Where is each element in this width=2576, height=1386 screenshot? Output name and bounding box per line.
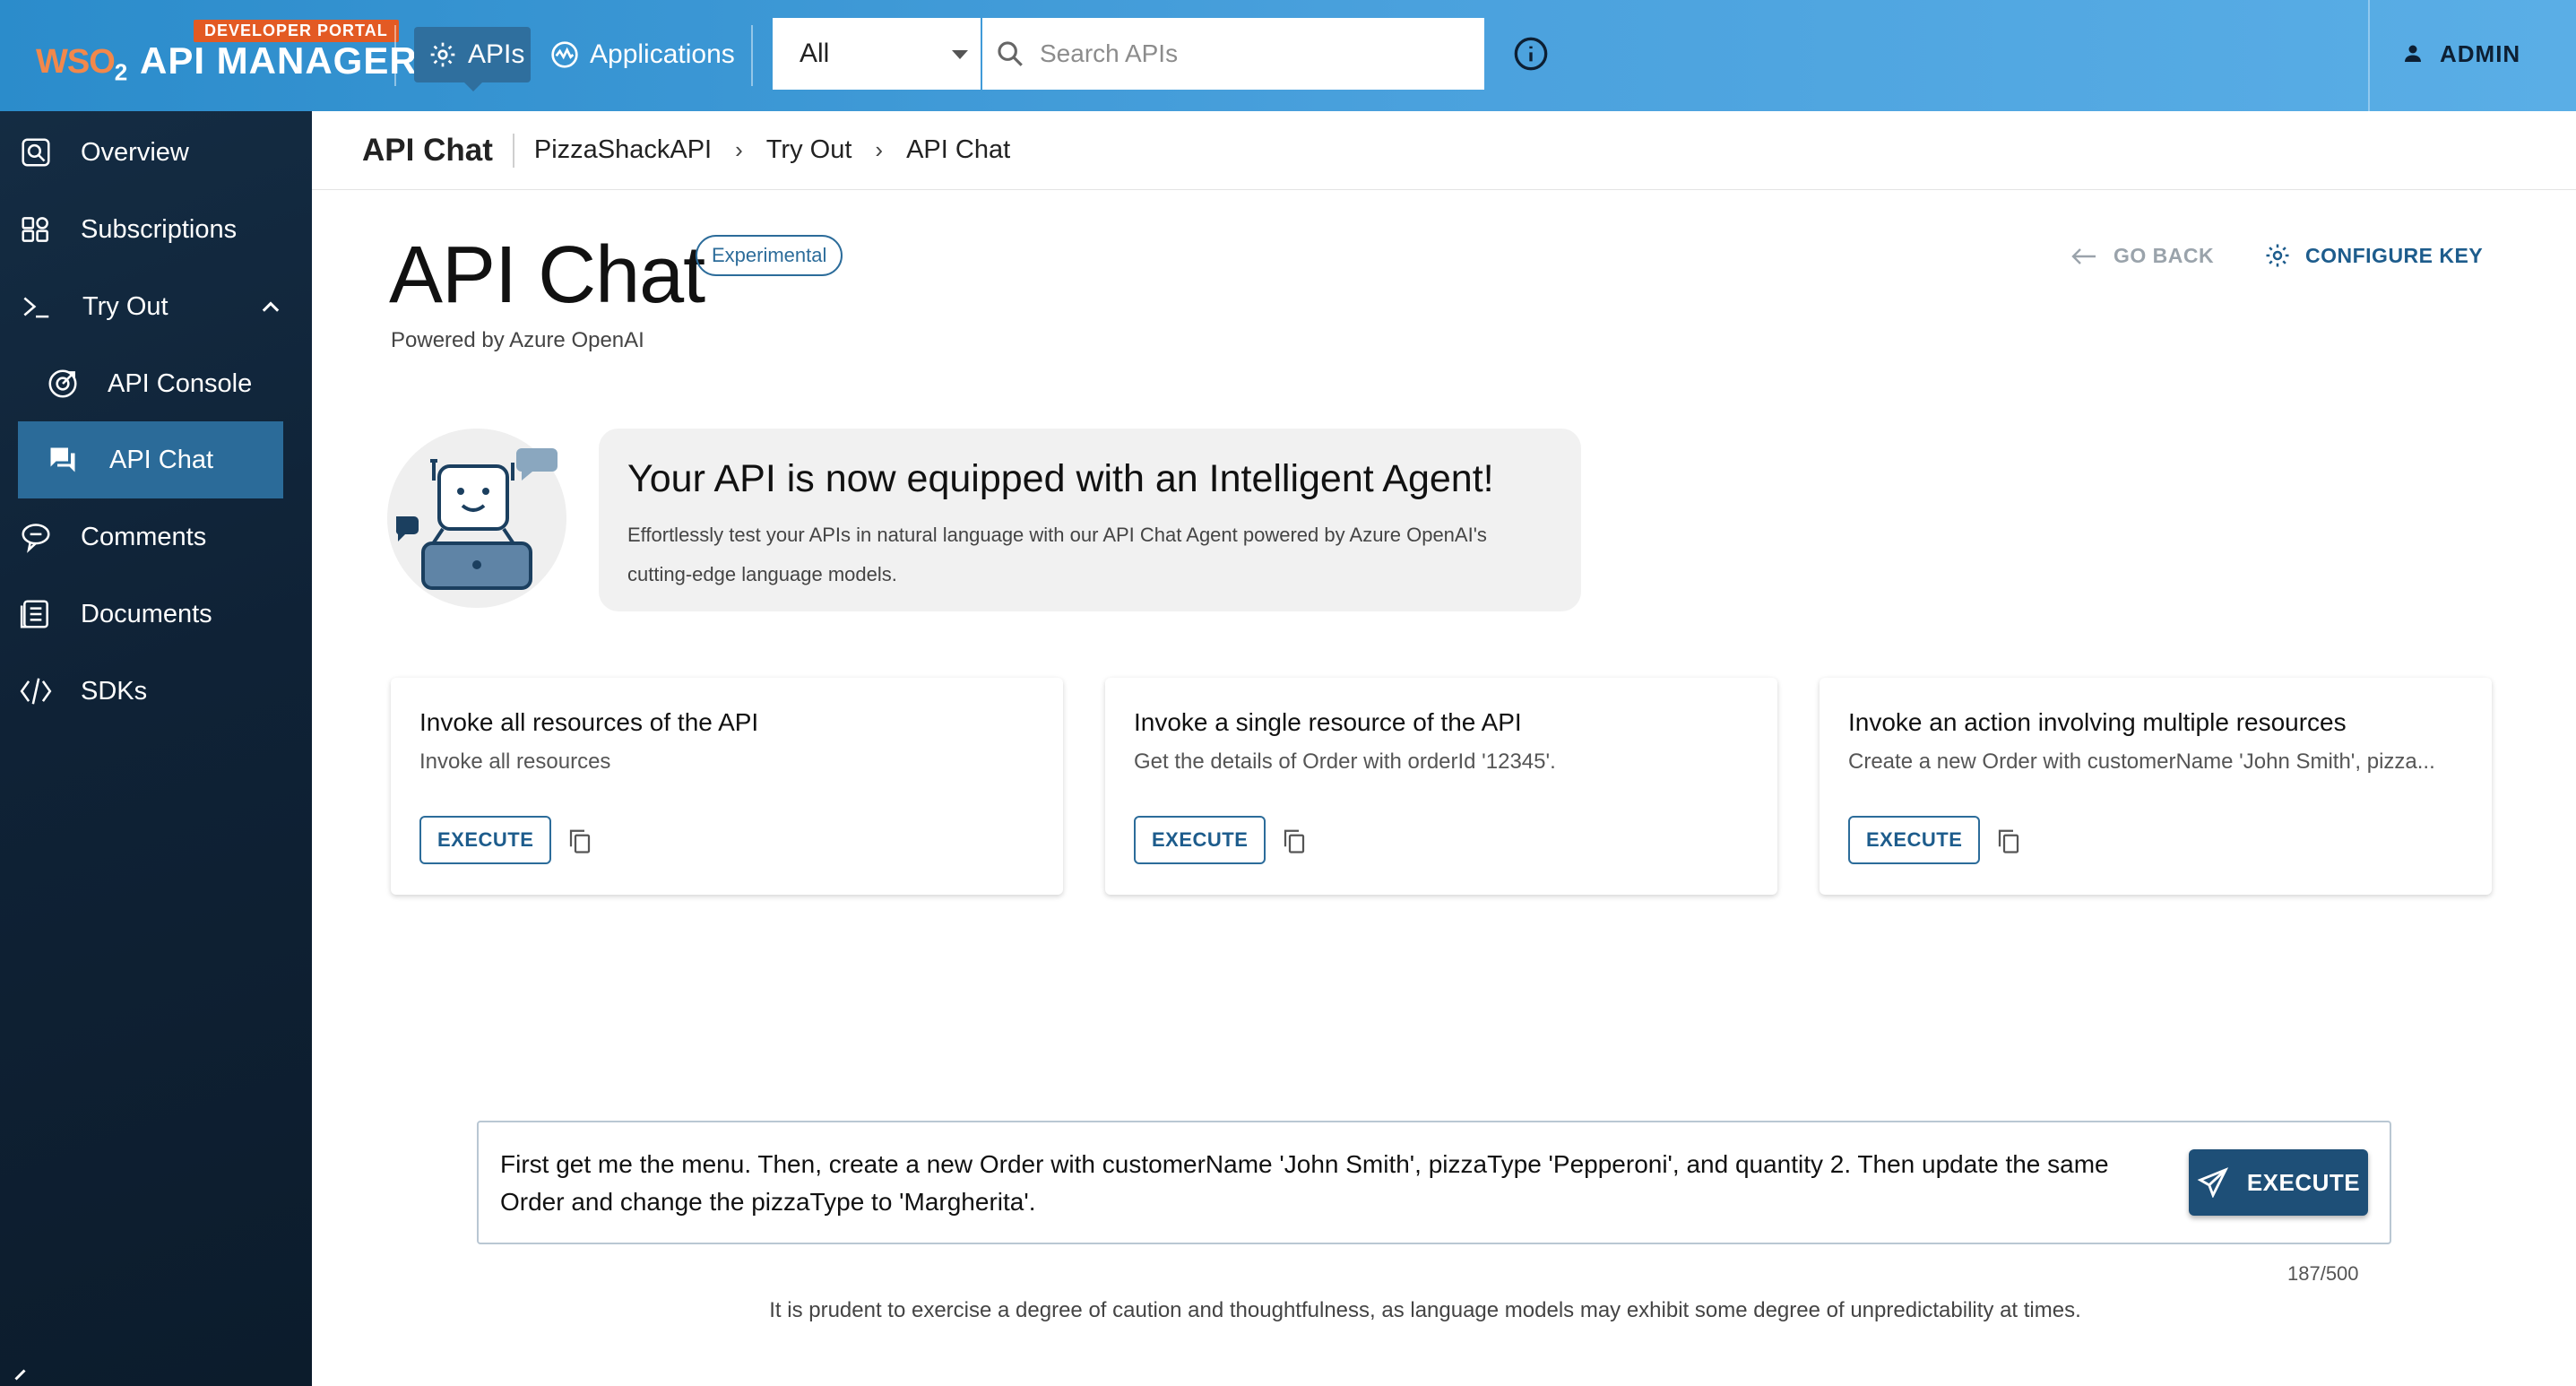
search-icon: [998, 41, 1023, 66]
sidebar-item-try-out[interactable]: Try Out: [0, 268, 312, 345]
sidebar-item-sdks[interactable]: SDKs: [0, 653, 312, 730]
breadcrumb-title: API Chat: [362, 132, 493, 168]
sidebar-item-documents[interactable]: Documents: [0, 576, 312, 653]
card-text: Get the details of Order with orderId '1…: [1134, 749, 1556, 774]
powered-by-text: Powered by Azure OpenAI: [391, 328, 644, 352]
documents-icon: [16, 594, 56, 634]
logo-wso-text: WSO: [36, 43, 116, 81]
arrow-left-icon: [2071, 247, 2096, 264]
logo-sub-text: 2: [114, 58, 128, 86]
sidebar-item-subscriptions[interactable]: Subscriptions: [0, 191, 312, 268]
sidebar: Overview Subscriptions Try Out API Conso…: [0, 111, 312, 1386]
product-name: API MANAGER: [140, 39, 418, 82]
card-title: Invoke an action involving multiple reso…: [1848, 708, 2347, 736]
sidebar-item-label: Try Out: [82, 291, 169, 321]
chat-icon: [43, 440, 82, 480]
sidebar-item-api-console[interactable]: API Console: [0, 345, 312, 422]
card-execute-button[interactable]: EXECUTE: [1134, 816, 1266, 864]
breadcrumb: API Chat PizzaShackAPI › Try Out › API C…: [312, 111, 2576, 190]
terminal-icon: [16, 287, 56, 326]
nav-apis-label: APIs: [468, 39, 525, 69]
send-icon: [2197, 1167, 2228, 1198]
sidebar-item-label: API Console: [108, 368, 253, 398]
go-back-label: GO BACK: [2114, 244, 2215, 267]
search-input[interactable]: Search APIs: [982, 18, 1484, 90]
wso2-logo[interactable]: DEVELOPER PORTAL WSO2 API MANAGER: [36, 20, 417, 91]
api-console-icon: [43, 364, 82, 403]
chevron-right-icon: ›: [735, 136, 743, 163]
gear-icon: [430, 42, 455, 67]
experimental-badge: Experimental: [696, 235, 843, 276]
card-text: Invoke all resources: [419, 749, 611, 774]
query-text: First get me the menu. Then, create a ne…: [500, 1150, 2109, 1216]
configure-key-button[interactable]: CONFIGURE KEY: [2264, 242, 2483, 269]
sample-query-card: Invoke a single resource of the API Get …: [1105, 678, 1777, 895]
nav-apis[interactable]: APIs: [414, 27, 531, 91]
execute-label: EXECUTE: [2246, 1168, 2361, 1196]
search-filter-select[interactable]: All: [773, 18, 981, 90]
chevron-up-icon: [262, 301, 280, 312]
nav-applications-label: Applications: [590, 39, 735, 69]
subscriptions-icon: [16, 210, 56, 249]
top-bar: DEVELOPER PORTAL WSO2 API MANAGER APIs A…: [0, 0, 2576, 111]
header-divider: [2368, 0, 2370, 111]
agent-banner: Your API is now equipped with an Intelli…: [599, 429, 1581, 611]
robot-illustration: [387, 429, 566, 608]
sidebar-item-label: Subscriptions: [81, 214, 238, 244]
header-divider: [751, 25, 753, 86]
app-root: DEVELOPER PORTAL WSO2 API MANAGER APIs A…: [0, 0, 2576, 1386]
card-execute-button[interactable]: EXECUTE: [1848, 816, 1981, 864]
user-menu[interactable]: ADMIN: [2402, 36, 2520, 72]
breadcrumb-divider: [512, 133, 514, 168]
sidebar-item-api-chat[interactable]: API Chat: [18, 421, 283, 498]
sidebar-item-overview[interactable]: Overview: [0, 114, 312, 191]
comments-icon: [16, 517, 56, 557]
robot-icon: [395, 448, 558, 590]
gear-icon: [2266, 244, 2289, 267]
breadcrumb-current: API Chat: [906, 135, 1011, 164]
execute-query-button[interactable]: EXECUTE: [2189, 1149, 2368, 1216]
search-placeholder: Search APIs: [1040, 39, 1179, 67]
sample-query-card: Invoke all resources of the API Invoke a…: [391, 678, 1063, 895]
copy-icon[interactable]: [566, 827, 593, 855]
copy-icon[interactable]: [1281, 827, 1308, 855]
sidebar-item-comments[interactable]: Comments: [0, 498, 312, 576]
banner-text: Effortlessly test your APIs in natural l…: [627, 524, 1487, 585]
filter-value: All: [800, 39, 830, 68]
character-counter: 187/500: [2287, 1262, 2359, 1285]
chat-query-input[interactable]: First get me the menu. Then, create a ne…: [477, 1121, 2391, 1244]
breadcrumb-link-try-out[interactable]: Try Out: [766, 135, 852, 165]
breadcrumb-link-api[interactable]: PizzaShackAPI: [534, 135, 712, 165]
card-title: Invoke all resources of the API: [419, 708, 759, 736]
card-execute-button[interactable]: EXECUTE: [419, 816, 552, 864]
sample-query-card: Invoke an action involving multiple reso…: [1820, 678, 2492, 895]
copy-icon[interactable]: [1995, 827, 2022, 855]
applications-icon: [551, 41, 578, 68]
sidebar-item-label: API Chat: [109, 445, 214, 474]
overview-icon: [16, 133, 56, 172]
user-name: ADMIN: [2440, 39, 2521, 67]
chevron-right-icon: ›: [875, 136, 884, 163]
sidebar-item-label: Documents: [81, 599, 212, 628]
code-icon: [16, 671, 56, 711]
page-title: API Chat: [389, 230, 705, 320]
user-icon: [2405, 45, 2421, 62]
caret-down-icon: [952, 50, 968, 59]
disclaimer-text: It is prudent to exercise a degree of ca…: [769, 1298, 2081, 1322]
card-text: Create a new Order with customerName 'Jo…: [1848, 749, 2435, 774]
header-divider: [394, 25, 396, 86]
card-title: Invoke a single resource of the API: [1134, 708, 1522, 736]
configure-key-label: CONFIGURE KEY: [2305, 243, 2484, 267]
info-icon[interactable]: [1513, 36, 1549, 72]
collapse-sidebar-icon[interactable]: [9, 1368, 36, 1386]
sidebar-item-label: Comments: [81, 522, 207, 551]
banner-heading: Your API is now equipped with an Intelli…: [627, 457, 1494, 500]
sidebar-item-label: Overview: [81, 137, 189, 167]
logo-wso: WSO2: [36, 43, 128, 87]
nav-applications[interactable]: Applications: [541, 27, 744, 82]
go-back-button[interactable]: GO BACK: [2070, 244, 2214, 268]
sidebar-item-label: SDKs: [81, 676, 148, 706]
